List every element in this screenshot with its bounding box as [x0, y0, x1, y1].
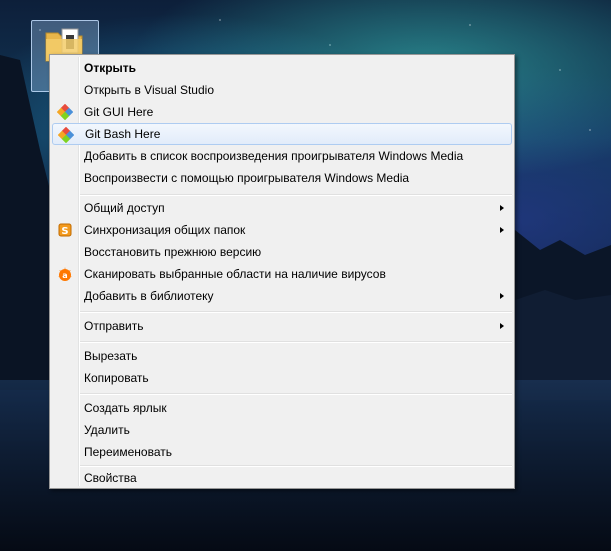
menu-item-git-bash-here[interactable]: Git Bash Here — [52, 123, 512, 145]
menu-item-create-shortcut[interactable]: Создать ярлык — [52, 397, 512, 419]
menu-item-delete[interactable]: Удалить — [52, 419, 512, 441]
submenu-arrow-icon — [500, 205, 504, 211]
menu-item-avast-scan[interactable]: a Сканировать выбранные области на налич… — [52, 263, 512, 285]
menu-item-label: Git Bash Here — [85, 127, 161, 141]
menu-separator — [80, 393, 512, 395]
menu-item-open-in-visual-studio[interactable]: Открыть в Visual Studio — [52, 79, 512, 101]
svg-text:S: S — [61, 226, 68, 237]
menu-separator — [80, 194, 512, 196]
menu-item-label: Добавить в библиотеку — [84, 289, 214, 303]
git-gui-icon — [57, 104, 73, 120]
menu-item-label: Переименовать — [84, 445, 172, 459]
menu-item-label: Удалить — [84, 423, 130, 437]
menu-item-properties[interactable]: Свойства — [52, 467, 512, 489]
menu-separator — [80, 341, 512, 343]
avast-icon: a — [58, 267, 72, 281]
menu-item-copy[interactable]: Копировать — [52, 367, 512, 389]
git-bash-icon — [58, 127, 74, 143]
menu-item-open[interactable]: Открыть — [52, 57, 512, 79]
menu-item-label: Восстановить прежнюю версию — [84, 245, 262, 259]
menu-item-label: Добавить в список воспроизведения проигр… — [84, 149, 464, 163]
menu-item-cut[interactable]: Вырезать — [52, 345, 512, 367]
svg-text:a: a — [62, 271, 67, 280]
menu-item-restore-previous-version[interactable]: Восстановить прежнюю версию — [52, 241, 512, 263]
sync-shared-folders-icon: S — [58, 223, 72, 237]
context-menu: Открыть Открыть в Visual Studio Git GUI … — [49, 54, 515, 489]
menu-item-label: Синхронизация общих папок — [84, 223, 246, 237]
menu-item-label: Отправить — [84, 319, 144, 333]
menu-item-label: Воспроизвести с помощью проигрывателя Wi… — [84, 171, 410, 185]
submenu-arrow-icon — [500, 227, 504, 233]
menu-item-label: Создать ярлык — [84, 401, 167, 415]
menu-item-sync-shared-folders[interactable]: S Синхронизация общих папок — [52, 219, 512, 241]
menu-item-label: Открыть в Visual Studio — [84, 83, 214, 97]
menu-item-label: Общий доступ — [84, 201, 165, 215]
menu-item-label: Свойства — [84, 471, 137, 485]
menu-item-label: Копировать — [84, 371, 149, 385]
menu-item-add-to-library[interactable]: Добавить в библиотеку — [52, 285, 512, 307]
submenu-arrow-icon — [500, 323, 504, 329]
menu-item-add-to-wmp-playlist[interactable]: Добавить в список воспроизведения проигр… — [52, 145, 512, 167]
menu-item-label: Вырезать — [84, 349, 138, 363]
menu-item-label: Git GUI Here — [84, 105, 154, 119]
menu-item-rename[interactable]: Переименовать — [52, 441, 512, 463]
menu-item-play-with-wmp[interactable]: Воспроизвести с помощью проигрывателя Wi… — [52, 167, 512, 189]
menu-item-sharing[interactable]: Общий доступ — [52, 197, 512, 219]
menu-item-label: Открыть — [84, 61, 137, 75]
menu-separator — [80, 311, 512, 313]
menu-item-send-to[interactable]: Отправить — [52, 315, 512, 337]
submenu-arrow-icon — [500, 293, 504, 299]
menu-item-label: Сканировать выбранные области на наличие… — [84, 267, 386, 281]
menu-item-git-gui-here[interactable]: Git GUI Here — [52, 101, 512, 123]
